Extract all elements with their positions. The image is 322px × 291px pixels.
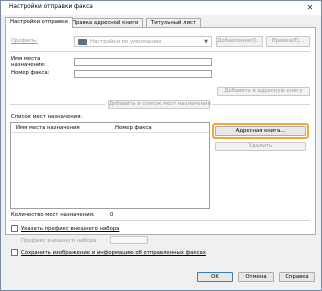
separator (212, 104, 310, 105)
destination-name-input[interactable] (74, 58, 212, 66)
prefix-field-label: Префикс внешнего набора: (21, 238, 99, 244)
tab-label: Настройки отправки (10, 19, 68, 25)
prefix-checkbox-label[interactable]: Указать префикс внешнего набора (21, 226, 119, 232)
destination-count-value: 0 (110, 212, 114, 218)
fax-number-input[interactable] (74, 70, 212, 78)
profile-select[interactable]: Настройки по умолчанию ▼ (74, 36, 212, 47)
chevron-down-icon: ▼ (204, 39, 208, 45)
title-bar: Настройки отправки факса ✕ (1, 1, 321, 15)
column-header-name[interactable]: Имя места назначения (16, 125, 80, 131)
destination-list[interactable]: Имя места назначения Номер факса (10, 122, 210, 209)
ok-button[interactable]: OK (197, 272, 233, 282)
close-icon: ✕ (306, 3, 314, 12)
add-to-address-book-button[interactable]: Добавить в адресную книгу (217, 87, 310, 96)
tab-label: Титульный лист (151, 20, 197, 26)
profile-label: Профиль: (11, 38, 38, 44)
destination-name-label: Имя места назначения: (11, 56, 46, 68)
profile-value: Настройки по умолчанию (90, 39, 162, 45)
prefix-checkbox[interactable] (11, 225, 18, 232)
separator (10, 220, 310, 221)
prefix-input[interactable] (110, 236, 148, 244)
save-info-checkbox-label[interactable]: Сохранить изображение и информацию об от… (21, 250, 206, 256)
help-button[interactable]: Справка (279, 272, 315, 282)
save-info-checkbox[interactable] (11, 249, 18, 256)
destination-count-label: Количество мест назначения: (11, 212, 95, 218)
fax-profile-icon (78, 39, 87, 45)
list-header: Имя места назначения Номер факса (11, 123, 209, 133)
destination-list-label: Список мест назначения: (11, 114, 83, 120)
add-profile-button[interactable]: Добавление(I)... (216, 36, 263, 47)
column-header-fax[interactable]: Номер факса (115, 125, 152, 131)
edit-profile-button[interactable]: Правка(Е)... (266, 36, 310, 47)
address-book-button[interactable]: Адресная книга... (215, 126, 306, 136)
fax-number-label: Номер факса: (11, 70, 50, 76)
tab-send-settings[interactable]: Настройки отправки (5, 17, 73, 28)
cancel-button[interactable]: Отмена (238, 272, 274, 282)
tab-label: Правка адресной книги (72, 20, 139, 26)
delete-button[interactable]: Удалить (215, 142, 306, 151)
separator (10, 51, 310, 52)
close-button[interactable]: ✕ (303, 3, 317, 13)
add-to-destination-list-button[interactable]: Добавить в список мест назначения (108, 100, 211, 109)
separator (10, 104, 105, 105)
dialog-title: Настройки отправки факса (9, 4, 93, 10)
